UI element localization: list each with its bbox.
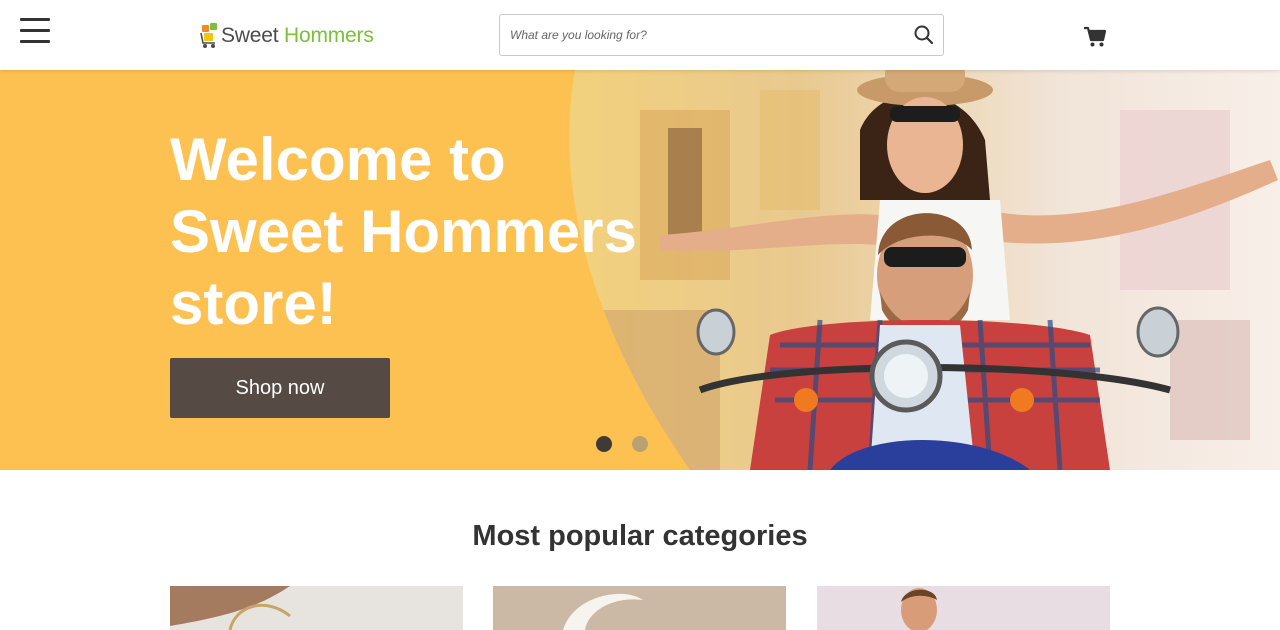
carousel-dot-2[interactable] [632,436,648,452]
logo-icon [200,23,217,48]
category-card-3[interactable] [817,586,1110,630]
hamburger-menu-icon[interactable] [20,18,50,46]
logo-text: Sweet Hommers [221,24,374,48]
search-input[interactable] [510,15,900,55]
search-icon[interactable] [913,24,935,46]
categories-title: Most popular categories [472,520,808,552]
logo-word-sweet: Sweet [221,24,279,47]
bracelet-photo [170,586,463,630]
category-card-1[interactable] [170,586,463,630]
site-header: Sweet Hommers [0,0,1280,70]
carousel-dot-1[interactable] [596,436,612,452]
shop-now-button[interactable]: Shop now [170,358,390,418]
logo-word-hommers: Hommers [284,24,374,47]
moon-decor-photo [493,586,786,630]
man-portrait-photo [817,586,1110,630]
search-bar [499,14,944,56]
hero-title: Welcome to Sweet Hommers store! [170,126,637,337]
category-card-2[interactable] [493,586,786,630]
hero-banner: Welcome to Sweet Hommers store! Shop now [0,70,1280,470]
shopping-cart-icon[interactable] [1083,26,1107,48]
site-logo[interactable]: Sweet Hommers [200,20,374,52]
